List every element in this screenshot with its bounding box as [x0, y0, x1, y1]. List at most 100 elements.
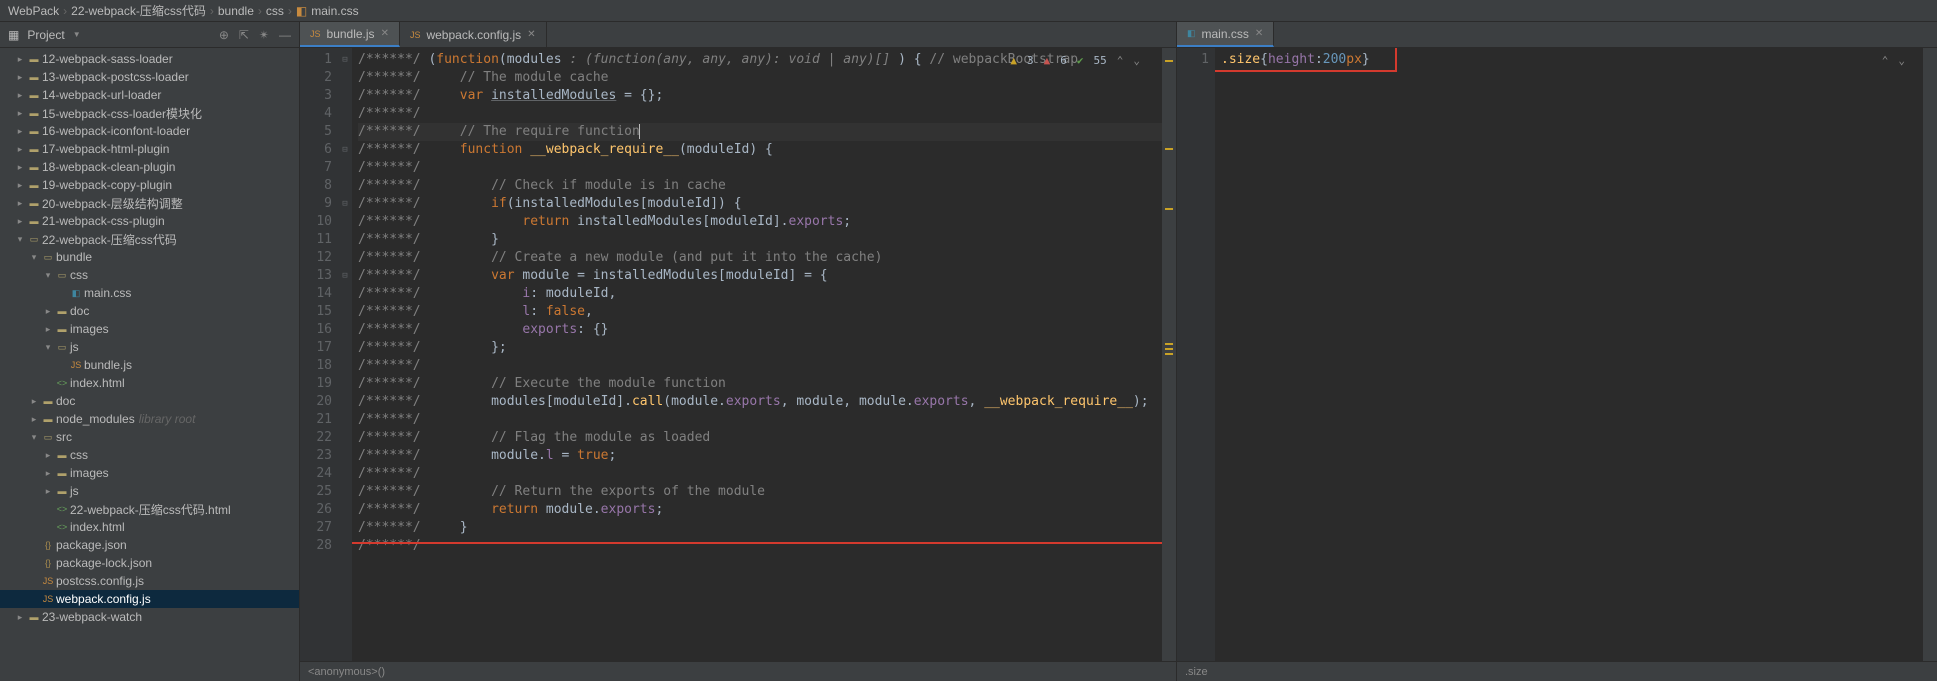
fold-icon[interactable] [338, 177, 352, 195]
fold-icon[interactable] [338, 519, 352, 537]
tree-arrow-icon[interactable]: ▸ [14, 180, 26, 191]
inspection-status-right[interactable]: ⌃⌄ [1882, 52, 1905, 70]
tree-row[interactable]: ▸{} package-lock.json [0, 554, 299, 572]
code-line[interactable]: /******/ function __webpack_require__(mo… [358, 141, 1162, 159]
tree-arrow-icon[interactable]: ▸ [14, 108, 26, 119]
fold-icon[interactable] [338, 339, 352, 357]
tree-arrow-icon[interactable]: ▸ [56, 360, 68, 371]
fold-icon[interactable] [338, 375, 352, 393]
fold-icon[interactable] [338, 303, 352, 321]
tree-row[interactable]: ▾▭ src [0, 428, 299, 446]
code-line[interactable]: /******/ modules[moduleId].call(module.e… [358, 393, 1162, 411]
tree-arrow-icon[interactable]: ▸ [14, 162, 26, 173]
tree-row[interactable]: ▸▬ 19-webpack-copy-plugin [0, 176, 299, 194]
code-area[interactable]: /******/ (function(modules : (function(a… [352, 48, 1162, 661]
code-line[interactable]: /******/ // Execute the module function [358, 375, 1162, 393]
tree-arrow-icon[interactable]: ▸ [42, 486, 54, 497]
tree-row[interactable]: ▾▭ bundle [0, 248, 299, 266]
tree-arrow-icon[interactable]: ▾ [14, 234, 26, 245]
fold-icon[interactable] [338, 231, 352, 249]
code-line[interactable]: /******/ } [358, 231, 1162, 249]
fold-icon[interactable] [338, 285, 352, 303]
code-line[interactable]: /******/ // Flag the module as loaded [358, 429, 1162, 447]
code-line[interactable]: /******/ // Return the exports of the mo… [358, 483, 1162, 501]
code-line[interactable]: .size{height:200px} [1221, 51, 1923, 69]
fold-icon[interactable] [338, 159, 352, 177]
tree-arrow-icon[interactable]: ▸ [14, 216, 26, 227]
scroll-from-source-icon[interactable]: ⊕ [219, 28, 229, 42]
tree-arrow-icon[interactable]: ▸ [14, 72, 26, 83]
tree-arrow-icon[interactable]: ▾ [28, 252, 40, 263]
tree-arrow-icon[interactable]: ▸ [28, 414, 40, 425]
project-tool-window-icon[interactable]: ▦ [8, 28, 19, 42]
tree-arrow-icon[interactable]: ▸ [42, 306, 54, 317]
code-line[interactable]: /******/ i: moduleId, [358, 285, 1162, 303]
tree-arrow-icon[interactable]: ▸ [42, 378, 54, 389]
code-line[interactable]: /******/ module.l = true; [358, 447, 1162, 465]
tree-arrow-icon[interactable]: ▸ [28, 594, 40, 605]
fold-icon[interactable] [338, 105, 352, 123]
tree-arrow-icon[interactable]: ▸ [42, 324, 54, 335]
tree-row[interactable]: ▸▬ 17-webpack-html-plugin [0, 140, 299, 158]
tree-row[interactable]: ▸▬ 21-webpack-css-plugin [0, 212, 299, 230]
toggle-icon[interactable]: ⌃ [1117, 52, 1124, 70]
code-line[interactable]: /******/ [358, 465, 1162, 483]
tree-arrow-icon[interactable]: ▸ [42, 522, 54, 533]
tree-row[interactable]: ▸▬ doc [0, 302, 299, 320]
tree-row[interactable]: ▸◧ main.css [0, 284, 299, 302]
breadcrumb-segment[interactable]: WebPack [8, 4, 59, 18]
fold-icon[interactable] [338, 447, 352, 465]
tree-arrow-icon[interactable]: ▸ [42, 504, 54, 515]
code-line[interactable]: /******/ }; [358, 339, 1162, 357]
tree-row[interactable]: ▸▬ css [0, 446, 299, 464]
inspection-status[interactable]: ▲3 ▲6 ✔55 ⌃⌄ [1010, 52, 1140, 70]
tree-row[interactable]: ▸<> index.html [0, 374, 299, 392]
fold-icon[interactable] [338, 537, 352, 555]
fold-icon[interactable] [338, 501, 352, 519]
code-line[interactable]: /******/ [358, 159, 1162, 177]
mini-mark[interactable] [1165, 148, 1173, 150]
tree-row[interactable]: ▸JS postcss.config.js [0, 572, 299, 590]
tree-row[interactable]: ▸<> 22-webpack-压缩css代码.html [0, 500, 299, 518]
close-icon[interactable]: ✕ [1255, 28, 1263, 39]
code-line[interactable]: /******/ // Create a new module (and put… [358, 249, 1162, 267]
code-line[interactable]: /******/ // The module cache [358, 69, 1162, 87]
fold-icon[interactable] [338, 483, 352, 501]
fold-icon[interactable] [338, 429, 352, 447]
fold-icon[interactable]: ⊟ [338, 141, 352, 159]
code-line[interactable]: /******/ // Check if module is in cache [358, 177, 1162, 195]
tree-row[interactable]: ▸▬ 13-webpack-postcss-loader [0, 68, 299, 86]
tree-row[interactable]: ▸JS bundle.js [0, 356, 299, 374]
fold-icon[interactable]: ⊟ [338, 267, 352, 285]
tree-row[interactable]: ▸JS webpack.config.js [0, 590, 299, 608]
breadcrumb-segment[interactable]: bundle [218, 4, 254, 18]
fold-column[interactable]: ⊟⊟⊟⊟ [338, 48, 352, 661]
code-line[interactable]: /******/ [358, 105, 1162, 123]
tree-arrow-icon[interactable]: ▸ [28, 540, 40, 551]
line-gutter[interactable]: 1234567891011121314151617181920212223242… [300, 48, 338, 661]
editor-tab[interactable]: JSwebpack.config.js✕ [400, 22, 547, 47]
fold-icon[interactable] [338, 249, 352, 267]
fold-icon[interactable] [338, 393, 352, 411]
error-stripe[interactable] [1923, 48, 1937, 661]
error-stripe[interactable] [1162, 48, 1176, 661]
tree-arrow-icon[interactable]: ▸ [14, 198, 26, 209]
tree-arrow-icon[interactable]: ▾ [28, 432, 40, 443]
fold-icon[interactable] [338, 69, 352, 87]
tree-arrow-icon[interactable]: ▸ [14, 612, 26, 623]
code-line[interactable]: /******/ } [358, 519, 1162, 537]
code-line[interactable]: /******/ [358, 357, 1162, 375]
tree-arrow-icon[interactable]: ▸ [42, 468, 54, 479]
tree-arrow-icon[interactable]: ▸ [42, 450, 54, 461]
fold-icon[interactable]: ⊟ [338, 51, 352, 69]
code-line[interactable]: /******/ [358, 411, 1162, 429]
project-tree[interactable]: ▸▬ 12-webpack-sass-loader▸▬ 13-webpack-p… [0, 48, 299, 681]
fold-icon[interactable] [338, 411, 352, 429]
settings-icon[interactable]: ✴ [259, 28, 269, 42]
code-line[interactable]: /******/ // The require function [358, 123, 1162, 141]
breadcrumb-segment[interactable]: main.css [311, 4, 358, 18]
code-line[interactable]: /******/ var installedModules = {}; [358, 87, 1162, 105]
tree-row[interactable]: ▸<> index.html [0, 518, 299, 536]
tree-arrow-icon[interactable]: ▸ [14, 126, 26, 137]
tree-arrow-icon[interactable]: ▸ [14, 144, 26, 155]
